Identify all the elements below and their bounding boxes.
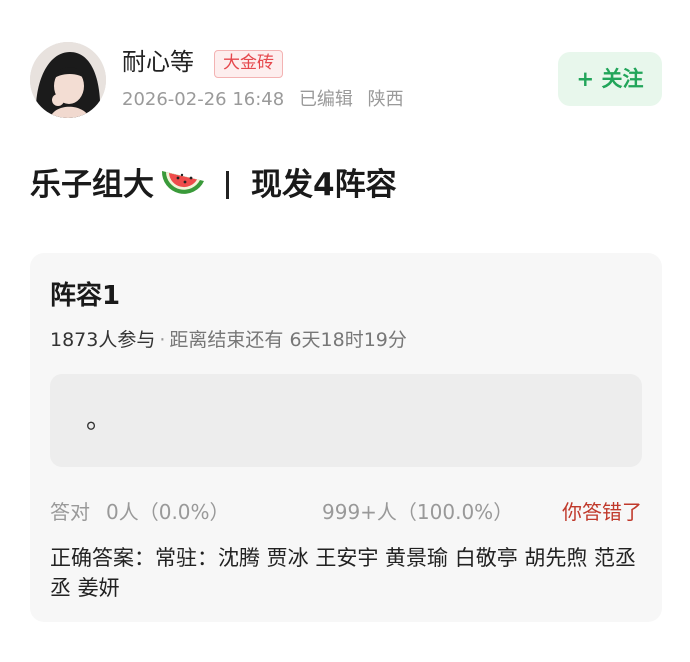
correct-answer: 正确答案：常驻：沈腾 贾冰 王安宇 黄景瑜 白敬亭 胡先煦 范丞丞 姜妍	[50, 546, 637, 600]
correct-result: 答对 0人（0.0%）	[50, 497, 246, 527]
post-location: 陕西	[367, 89, 404, 110]
title-prefix: 乐子组大	[30, 167, 154, 203]
post-title: 乐子组大 现发4阵容	[30, 162, 397, 208]
watermelon-icon	[158, 165, 208, 205]
poll-result: 答对 0人（0.0%） 999+人（100.0%） 你答错了	[50, 497, 642, 527]
poll-card: 阵容1 1873人参与 · 距离结束还有 6天18时19分 。 答对 0人（0.0%）…	[30, 253, 662, 622]
poll-option-text: 。	[86, 405, 113, 435]
poll-option[interactable]: 。	[50, 374, 642, 467]
poll-countdown: 距离结束还有 6天18时19分	[169, 329, 407, 351]
follow-button[interactable]: + 关注	[558, 52, 662, 106]
title-divider	[226, 171, 229, 199]
post-date: 2026-02-26 16:48	[122, 89, 285, 110]
poll-stats: 1873人参与 · 距离结束还有 6天18时19分	[50, 327, 407, 353]
title-suffix: 现发4阵容	[251, 167, 397, 203]
user-badge: 大金砖	[214, 50, 283, 78]
participant-count: 1873人参与	[50, 329, 156, 351]
avatar[interactable]	[30, 42, 106, 118]
total-result: 999+人（100.0%）	[322, 500, 514, 524]
post-header: 耐心等 大金砖 2026-02-26 16:48 已编辑 陕西 + 关注	[30, 40, 670, 120]
correct-label: 答对	[50, 500, 90, 524]
stats-separator: ·	[159, 329, 166, 351]
poll-title: 阵容1	[50, 281, 121, 311]
edited-label: 已编辑	[298, 89, 353, 110]
wrong-answer-label: 你答错了	[562, 500, 642, 524]
post-meta: 2026-02-26 16:48 已编辑 陕西	[122, 88, 413, 112]
user-name[interactable]: 耐心等	[122, 46, 194, 78]
correct-value: 0人（0.0%）	[106, 500, 230, 524]
